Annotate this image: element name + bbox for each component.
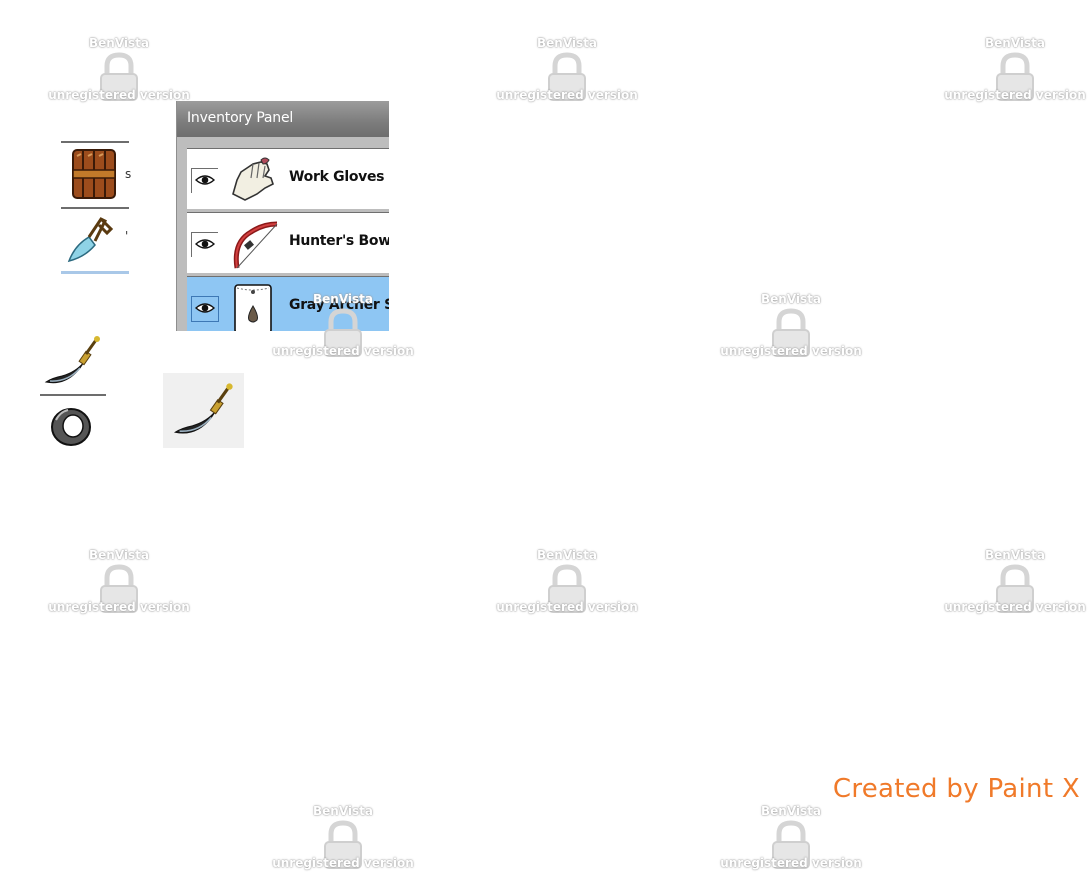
selection-indicator <box>61 271 129 274</box>
eye-icon <box>195 239 215 249</box>
lock-icon <box>772 820 810 869</box>
mini-item-strip: s ' <box>61 141 132 275</box>
created-by-credit: Created by Paint X <box>832 774 1080 804</box>
inventory-row-hunters-bow[interactable]: Hunter's Bow <box>187 212 389 273</box>
inventory-row-work-gloves[interactable]: Work Gloves <box>187 148 389 209</box>
divider <box>40 394 106 396</box>
inventory-panel: Inventory Panel Work Gloves Hunter's Bow… <box>176 101 389 331</box>
watermark: BenVista unregistered version <box>696 292 886 372</box>
watermark: BenVista unregistered version <box>920 548 1088 628</box>
gloves-icon <box>232 157 274 201</box>
watermark-brand: BenVista <box>985 548 1045 562</box>
item-label: Hunter's Bow <box>289 233 389 249</box>
watermark-text: unregistered version <box>720 344 862 358</box>
watermark: BenVista unregistered version <box>472 36 662 116</box>
eye-icon <box>195 303 215 313</box>
watermark-text: unregistered version <box>944 88 1086 102</box>
crystal-dagger-icon[interactable] <box>65 215 121 267</box>
visibility-toggle[interactable] <box>191 296 219 322</box>
ring-icon[interactable] <box>46 402 96 450</box>
watermark-brand: BenVista <box>761 292 821 306</box>
watermark: BenVista unregistered version <box>696 804 886 884</box>
watermark-text: unregistered version <box>272 344 414 358</box>
watermark-brand: BenVista <box>89 548 149 562</box>
curved-dagger-icon[interactable] <box>40 334 106 390</box>
inventory-row-gray-archer[interactable]: Gray Archer S <box>187 276 389 331</box>
bow-icon <box>233 221 278 269</box>
item-preview-tile[interactable] <box>163 373 244 448</box>
leather-armor-icon[interactable] <box>69 146 119 202</box>
watermark: BenVista unregistered version <box>248 804 438 884</box>
watermark-text: unregistered version <box>496 600 638 614</box>
watermark: BenVista unregistered version <box>920 36 1088 116</box>
watermark-text: unregistered version <box>48 88 190 102</box>
inventory-list: Work Gloves Hunter's Bow Gray Archer S <box>177 137 389 331</box>
lock-icon <box>548 52 586 101</box>
scroll-icon <box>234 284 272 331</box>
curved-dagger-tile-icon <box>174 383 233 434</box>
watermark-text: unregistered version <box>496 88 638 102</box>
lock-icon <box>100 564 138 613</box>
lock-icon <box>548 564 586 613</box>
divider <box>61 207 129 209</box>
watermark-text: unregistered version <box>272 856 414 870</box>
item-label: Work Gloves <box>289 169 385 185</box>
watermark: BenVista unregistered version <box>24 548 214 628</box>
visibility-toggle[interactable] <box>191 168 218 193</box>
mini-item-label: s <box>125 167 132 181</box>
mini-item-label: ' <box>125 229 129 243</box>
watermark-brand: BenVista <box>537 548 597 562</box>
eye-icon <box>195 175 215 185</box>
lock-icon <box>324 820 362 869</box>
lock-icon <box>996 564 1034 613</box>
lock-icon <box>100 52 138 101</box>
divider <box>61 141 129 143</box>
watermark-brand: BenVista <box>89 36 149 50</box>
visibility-toggle[interactable] <box>191 232 218 257</box>
lock-icon <box>996 52 1034 101</box>
watermark-brand: BenVista <box>985 36 1045 50</box>
item-label: Gray Archer S <box>289 297 389 313</box>
watermark-brand: BenVista <box>537 36 597 50</box>
panel-title: Inventory Panel <box>177 101 389 137</box>
watermark: BenVista unregistered version <box>472 548 662 628</box>
watermark-text: unregistered version <box>720 856 862 870</box>
lock-icon <box>772 308 810 357</box>
watermark-text: unregistered version <box>944 600 1086 614</box>
watermark-text: unregistered version <box>48 600 190 614</box>
